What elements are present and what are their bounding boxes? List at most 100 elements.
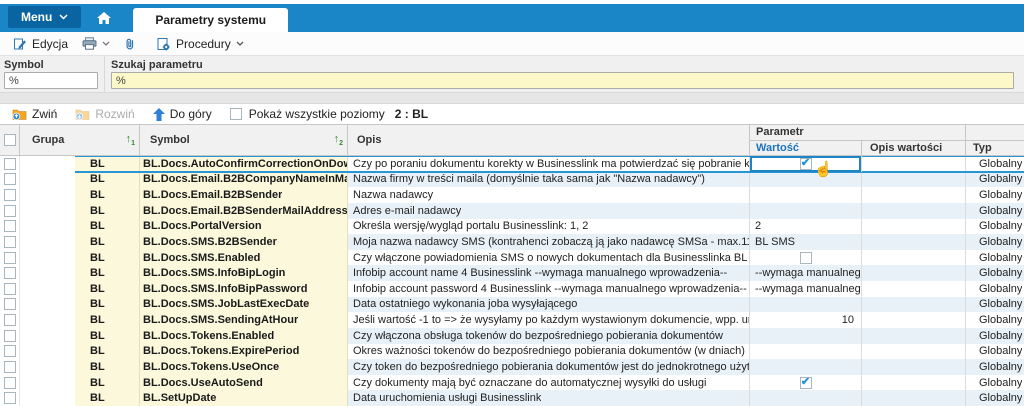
column-header-grupa-label: Grupa	[32, 134, 64, 146]
table-row[interactable]: BL BL.Docs.SMS.SendingAtHour Jeśli warto…	[0, 312, 1024, 328]
table-row[interactable]: BL BL.Docs.Email.B2BSenderMailAddress Ad…	[0, 203, 1024, 219]
row-checkbox[interactable]	[4, 361, 16, 373]
procedures-button[interactable]: Procedury	[149, 33, 251, 55]
parameter-subheader-row: Wartość Opis wartości Typ	[750, 141, 1024, 156]
symbol-filter-input[interactable]	[4, 72, 98, 89]
table-row[interactable]: BL BL.Docs.UseAutoSend Czy dokumenty maj…	[0, 375, 1024, 391]
value-cell[interactable]: ☝	[750, 156, 862, 172]
top-bar: Menu Parametry systemu	[0, 4, 1024, 32]
row-checkbox[interactable]	[4, 158, 16, 170]
value-cell[interactable]: --wymaga manualnego wprowadzenia--	[750, 281, 862, 297]
value-description-cell	[862, 265, 966, 281]
symbol-cell: BL.Docs.Tokens.UseOnce	[140, 359, 348, 375]
row-checkbox[interactable]	[4, 205, 16, 217]
value-checkbox[interactable]	[800, 252, 812, 264]
table-row[interactable]: BL BL.Docs.Email.B2BCompanyNameInMailBod…	[0, 172, 1024, 188]
type-cell: Globalny	[966, 156, 1024, 172]
column-header-opis[interactable]: Opis	[348, 125, 750, 155]
group-cell: BL	[75, 312, 140, 328]
row-checkbox[interactable]	[4, 283, 16, 295]
row-checkbox[interactable]	[4, 189, 16, 201]
symbol-cell: BL.Docs.Tokens.Enabled	[140, 328, 348, 344]
table-row[interactable]: BL BL.Docs.PortalVersion Określa wersję/…	[0, 219, 1024, 235]
value-cell[interactable]	[750, 328, 862, 344]
value-cell[interactable]	[750, 250, 862, 266]
tree-toolbar: Zwiń Rozwiń Do góry Pokaż wszystkie pozi…	[0, 104, 1024, 124]
description-cell: Nazwa nadawcy	[348, 187, 750, 203]
show-all-levels-checkbox[interactable]	[230, 108, 242, 120]
column-header-parametr[interactable]: Parametr	[750, 125, 966, 140]
row-checkbox[interactable]	[4, 377, 16, 389]
type-cell: Globalny	[966, 203, 1024, 219]
table-row[interactable]: BL BL.Docs.SMS.JobLastExecDate Data osta…	[0, 297, 1024, 313]
column-header-wartosc[interactable]: Wartość	[750, 141, 862, 156]
value-cell[interactable]: 10	[750, 312, 862, 328]
description-cell: Jeśli wartość -1 to => że wysyłamy po ka…	[348, 312, 750, 328]
sort-ascending-2-icon: ↑2	[334, 133, 343, 147]
table-row[interactable]: BL BL.Docs.SMS.InfoBipPassword Infobip a…	[0, 281, 1024, 297]
table-row[interactable]: BL BL.Docs.SMS.InfoBipLogin Infobip acco…	[0, 265, 1024, 281]
row-checkbox[interactable]	[4, 236, 16, 248]
column-header-opis-wartosci[interactable]: Opis wartości	[862, 141, 966, 156]
menu-button[interactable]: Menu	[8, 6, 81, 28]
row-checkbox[interactable]	[4, 298, 16, 310]
row-select-cell	[0, 219, 20, 235]
row-checkbox[interactable]	[4, 173, 16, 185]
table-row[interactable]: BL BL.Docs.SMS.B2BSender Moja nazwa nada…	[0, 234, 1024, 250]
value-cell[interactable]	[750, 172, 862, 188]
value-description-cell	[862, 328, 966, 344]
home-icon	[97, 12, 111, 24]
expand-button[interactable]: Rozwiń	[69, 107, 140, 121]
search-filter-section: Szukaj parametru	[104, 56, 1024, 92]
printer-chevron-down-icon[interactable]	[102, 41, 110, 46]
search-parameter-input[interactable]	[111, 72, 1014, 89]
table-row[interactable]: BL BL.Docs.Tokens.ExpirePeriod Okres waż…	[0, 344, 1024, 360]
row-checkbox[interactable]	[4, 314, 16, 326]
home-button[interactable]	[89, 6, 119, 30]
row-checkbox[interactable]	[4, 252, 16, 264]
table-row[interactable]: BL BL.Docs.SMS.Enabled Czy włączone powi…	[0, 250, 1024, 266]
table-row[interactable]: BL BL.Docs.Email.B2BSender Nazwa nadawcy…	[0, 187, 1024, 203]
value-cell[interactable]	[750, 390, 862, 406]
row-checkbox[interactable]	[4, 220, 16, 232]
column-header-symbol[interactable]: Symbol ↑2	[140, 125, 348, 155]
value-cell[interactable]	[750, 297, 862, 313]
value-checkbox[interactable]	[800, 377, 812, 389]
table-row[interactable]: BL BL.Docs.AutoConfirmCorrectionOnDownlo…	[0, 156, 1024, 172]
table-row[interactable]: BL BL.Docs.Tokens.Enabled Czy włączona o…	[0, 328, 1024, 344]
value-cell[interactable]: BL SMS	[750, 234, 862, 250]
procedures-chevron-down-icon	[236, 41, 244, 46]
attachments-button[interactable]	[117, 33, 143, 55]
typ-header-spacer	[966, 125, 1024, 140]
row-checkbox[interactable]	[4, 330, 16, 342]
column-header-grupa[interactable]: Grupa ↑1	[20, 125, 140, 155]
column-header-typ[interactable]: Typ	[966, 141, 1024, 156]
go-top-button[interactable]: Do góry	[147, 107, 218, 121]
value-cell[interactable]: 2	[750, 219, 862, 235]
type-cell: Globalny	[966, 390, 1024, 406]
value-cell[interactable]	[750, 203, 862, 219]
value-checkbox[interactable]	[800, 158, 812, 170]
description-cell: Czy po poraniu dokumentu korekty w Busin…	[348, 156, 750, 172]
value-cell[interactable]	[750, 375, 862, 391]
select-all-checkbox[interactable]	[4, 134, 16, 146]
edit-button-label: Edycja	[32, 37, 68, 51]
value-cell[interactable]	[750, 344, 862, 360]
value-cell[interactable]	[750, 187, 862, 203]
table-row[interactable]: BL BL.SetUpDate Data uruchomienia usługi…	[0, 390, 1024, 406]
value-cell[interactable]	[750, 359, 862, 375]
description-cell: Infobip account name 4 Businesslink --wy…	[348, 265, 750, 281]
collapse-button[interactable]: Zwiń	[6, 107, 63, 121]
row-checkbox[interactable]	[4, 267, 16, 279]
value-cell[interactable]: --wymaga manualnego wprowadzenia--	[750, 265, 862, 281]
table-row[interactable]: BL BL.Docs.Tokens.UseOnce Czy token do b…	[0, 359, 1024, 375]
type-cell: Globalny	[966, 250, 1024, 266]
row-checkbox[interactable]	[4, 345, 16, 357]
parameters-grid: Grupa ↑1 Symbol ↑2 Opis Parametr Wartość…	[0, 124, 1024, 406]
tab-parametry-systemu[interactable]: Parametry systemu	[133, 8, 288, 32]
edit-button[interactable]: Edycja	[6, 33, 75, 55]
row-checkbox[interactable]	[4, 392, 16, 404]
print-button[interactable]	[75, 33, 117, 55]
grid-body: BL BL.Docs.AutoConfirmCorrectionOnDownlo…	[0, 156, 1024, 406]
symbol-cell: BL.Docs.AutoConfirmCorrectionOnDownload	[140, 156, 348, 172]
